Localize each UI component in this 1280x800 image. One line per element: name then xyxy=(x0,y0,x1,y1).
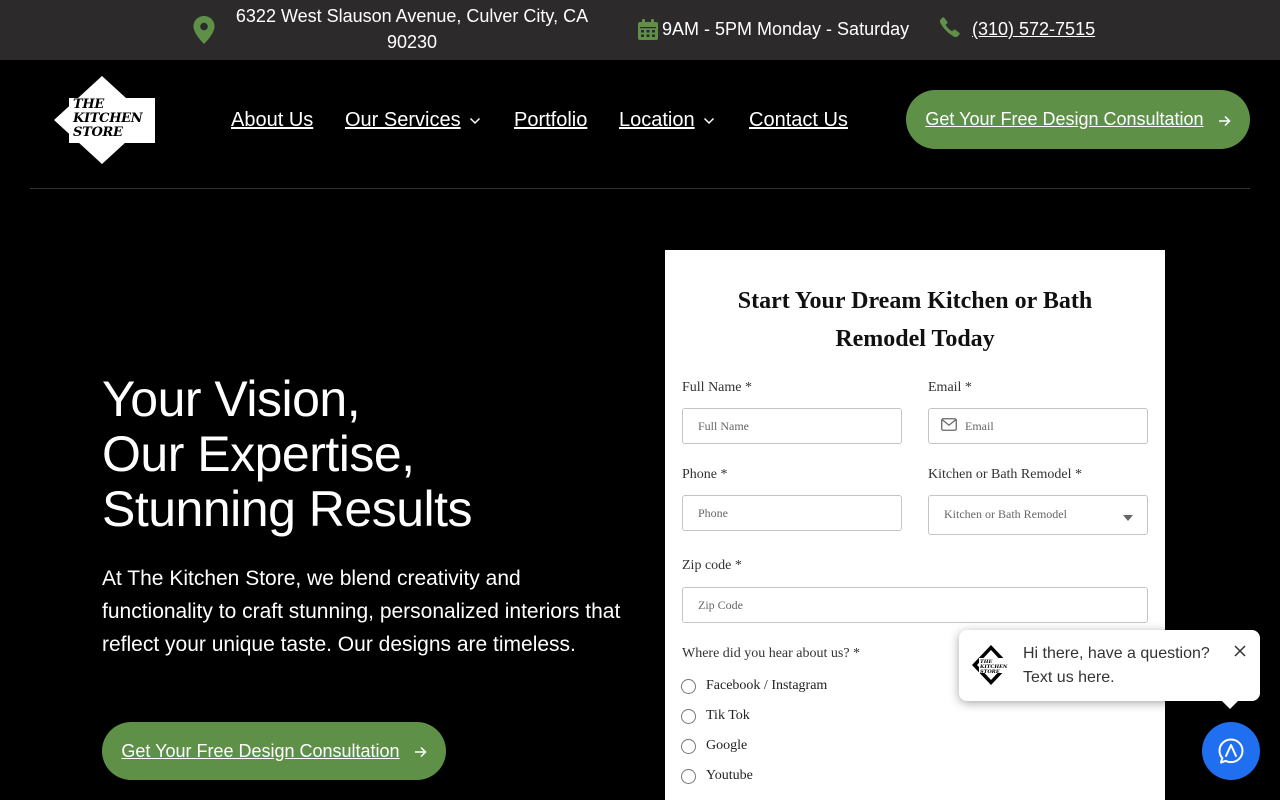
map-pin-icon xyxy=(193,16,215,44)
zip-code-label: Zip code * xyxy=(682,558,742,573)
logo-text-store: STORE xyxy=(73,125,123,140)
site-logo[interactable]: THE KITCHEN STORE xyxy=(47,74,157,166)
logo-text-kitchen: KITCHEN xyxy=(73,111,143,126)
arrow-right-icon xyxy=(414,746,427,758)
header-divider xyxy=(30,188,1250,189)
remodel-label: Kitchen or Bath Remodel * xyxy=(928,467,1082,482)
chat-message: Hi there, have a question? Text us here. xyxy=(1023,642,1223,690)
email-input[interactable] xyxy=(928,408,1148,444)
address-line-2: 90230 xyxy=(386,32,438,52)
close-icon[interactable] xyxy=(1233,644,1247,658)
radio-google[interactable]: Google xyxy=(681,738,747,754)
hero-consultation-label: Get Your Free Design Consultation xyxy=(121,740,400,761)
hero-title: Your Vision, Our Expertise, Stunning Res… xyxy=(102,371,473,537)
chevron-down-icon xyxy=(703,117,714,125)
radio-circle[interactable] xyxy=(681,768,696,784)
phone-input[interactable] xyxy=(682,495,902,531)
chat-popup[interactable]: THE KITCHEN STORE Hi there, have a quest… xyxy=(959,630,1260,709)
nav-portfolio[interactable]: Portfolio xyxy=(514,106,587,134)
mail-icon xyxy=(941,418,957,431)
chat-message-line-2: Text us here. xyxy=(1023,669,1115,686)
arrow-right-icon xyxy=(1218,115,1231,126)
remodel-select-value: Kitchen or Bath Remodel xyxy=(944,507,1067,521)
top-info-bar: 6322 West Slauson Avenue, Culver City, C… xyxy=(0,0,1280,60)
business-hours: 9AM - 5PM Monday - Saturday xyxy=(662,19,910,39)
consultation-form: Start Your Dream Kitchen or Bath Remodel… xyxy=(665,250,1165,800)
nav-contact-us-label: Contact Us xyxy=(749,109,848,131)
full-name-label: Full Name * xyxy=(682,380,752,395)
chat-message-line-1: Hi there, have a question? xyxy=(1023,645,1210,662)
nav-contact-us[interactable]: Contact Us xyxy=(749,106,848,134)
email-label: Email * xyxy=(928,380,972,395)
radio-facebook-instagram-label: Facebook / Instagram xyxy=(706,678,828,693)
svg-text:STORE: STORE xyxy=(980,669,1000,675)
calendar-icon xyxy=(638,19,658,40)
chat-logo: THE KITCHEN STORE xyxy=(972,645,1011,685)
hero-title-line-3: Stunning Results xyxy=(102,481,473,537)
full-name-input[interactable] xyxy=(682,408,902,444)
zip-code-input[interactable] xyxy=(682,587,1148,623)
phone-label: Phone * xyxy=(682,467,728,482)
nav-about-us-label: About Us xyxy=(231,109,314,131)
hero-title-line-2: Our Expertise, xyxy=(102,426,415,482)
nav-about-us[interactable]: About Us xyxy=(231,106,313,134)
radio-tik-tok-label: Tik Tok xyxy=(706,708,750,723)
logo-wordmark: THE KITCHEN STORE xyxy=(73,98,155,140)
remodel-select[interactable]: Kitchen or Bath Remodel xyxy=(928,495,1148,535)
radio-circle[interactable] xyxy=(681,678,696,694)
nav-our-services[interactable]: Our Services xyxy=(345,106,481,134)
phone-icon xyxy=(940,17,960,37)
hero-description: At The Kitchen Store, we blend creativit… xyxy=(102,567,621,656)
radio-facebook-instagram[interactable]: Facebook / Instagram xyxy=(681,678,827,694)
nav-location-label: Location xyxy=(619,109,695,131)
nav-location[interactable]: Location xyxy=(619,106,715,134)
hero-title-line-1: Your Vision, xyxy=(102,371,361,427)
form-title: Start Your Dream Kitchen or Bath Remodel… xyxy=(737,288,1093,352)
radio-google-label: Google xyxy=(706,738,748,753)
radio-circle[interactable] xyxy=(681,738,696,754)
header-consultation-label: Get Your Free Design Consultation xyxy=(925,109,1204,129)
address: 6322 West Slauson Avenue, Culver City, C… xyxy=(232,3,592,55)
phone-link[interactable]: (310) 572-7515 xyxy=(972,17,1095,41)
nav-our-services-label: Our Services xyxy=(345,109,461,131)
header-consultation-button[interactable]: Get Your Free Design Consultation xyxy=(906,90,1250,149)
radio-youtube[interactable]: Youtube xyxy=(681,768,753,784)
chevron-down-icon xyxy=(469,117,480,125)
chat-launcher-button[interactable] xyxy=(1202,722,1260,780)
radio-circle[interactable] xyxy=(681,708,696,724)
source-label: Where did you hear about us? * xyxy=(682,646,861,661)
address-line-1: 6322 West Slauson Avenue, Culver City, C… xyxy=(235,6,589,26)
hero-consultation-button[interactable]: Get Your Free Design Consultation xyxy=(102,722,446,780)
radio-youtube-label: Youtube xyxy=(706,768,753,783)
caret-down-icon xyxy=(1123,515,1133,521)
chat-bubble-icon xyxy=(1218,738,1244,764)
radio-tik-tok[interactable]: Tik Tok xyxy=(681,708,750,724)
nav-portfolio-label: Portfolio xyxy=(514,109,588,131)
logo-text-the: THE xyxy=(73,97,104,112)
